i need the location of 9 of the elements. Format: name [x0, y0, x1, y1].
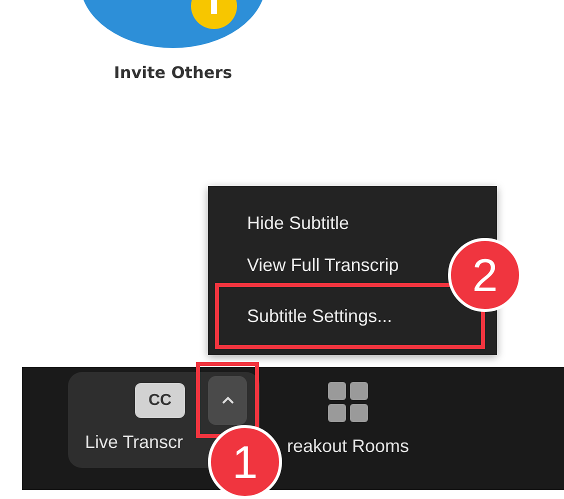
- breakout-rooms-button[interactable]: reakout Rooms: [283, 372, 413, 468]
- grid-icon: [328, 382, 368, 422]
- menu-item[interactable]: Hide Subtitle: [215, 202, 358, 244]
- button-label: Live Transcr: [85, 432, 184, 453]
- caret-icon: [220, 396, 234, 405]
- invite-label: Invite Others: [114, 63, 232, 82]
- button-label: reakout Rooms: [286, 436, 410, 457]
- closed-caption-label: CC: [135, 383, 185, 418]
- menu-item[interactable]: View Full Transcrip: [215, 244, 407, 286]
